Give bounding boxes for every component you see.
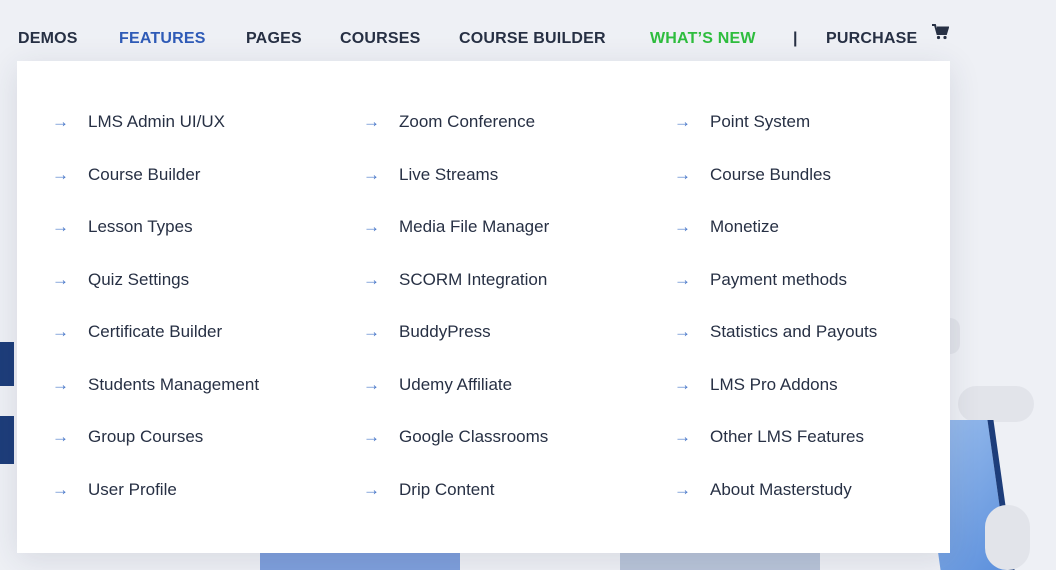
arrow-right-icon: →	[52, 322, 69, 341]
hexagon-decoration	[260, 553, 460, 570]
features-menu-item[interactable]: → SCORM Integration	[363, 270, 547, 290]
features-menu-item[interactable]: → Payment methods	[674, 270, 847, 290]
features-menu-item-label: SCORM Integration	[399, 269, 548, 289]
arrow-right-icon: →	[52, 269, 69, 289]
arrow-right-icon: →	[674, 374, 691, 394]
features-menu-item-label: LMS Pro Addons	[710, 374, 838, 394]
arrow-right-icon: →	[674, 112, 691, 131]
features-menu-item[interactable]: → Students Management	[52, 375, 259, 395]
features-menu-item[interactable]: → Point System	[674, 112, 810, 132]
features-menu-item[interactable]: → Live Streams	[363, 165, 498, 185]
features-menu-item-label: Group Courses	[88, 427, 204, 446]
features-menu-item[interactable]: → Other LMS Features	[674, 427, 864, 447]
features-menu-item[interactable]: → Lesson Types	[52, 217, 193, 237]
features-menu-item-label: Live Streams	[399, 164, 499, 184]
features-dropdown-menu: → LMS Admin UI/UX → Course Builder → Lesson T…	[17, 61, 950, 553]
features-menu-item-label: Monetize	[710, 217, 779, 236]
features-menu-item-label: Google Classrooms	[399, 427, 549, 446]
features-menu-item[interactable]: → Quiz Settings	[52, 270, 189, 290]
features-menu-item[interactable]: → Monetize	[674, 217, 779, 237]
features-menu-item-label: Payment methods	[710, 269, 848, 289]
features-menu-item[interactable]: → LMS Pro Addons	[674, 375, 838, 395]
features-menu-item[interactable]: → Google Classrooms	[363, 427, 548, 447]
features-menu-item[interactable]: → Drip Content	[363, 480, 494, 500]
features-menu-item-label: Drip Content	[399, 479, 495, 499]
arrow-right-icon: →	[52, 164, 69, 184]
features-menu-item-label: Zoom Conference	[399, 112, 536, 131]
keyboard-illustration	[620, 553, 820, 570]
features-menu-item[interactable]: → Zoom Conference	[363, 112, 535, 132]
arrow-right-icon: →	[363, 479, 380, 499]
features-menu-item-label: Course Bundles	[710, 164, 831, 184]
hero-heading-fragment	[0, 416, 14, 464]
hero-heading-fragment	[0, 342, 14, 386]
features-menu-item-label: Statistics and Payouts	[710, 322, 878, 341]
arrow-right-icon: →	[674, 164, 691, 184]
arrow-right-icon: →	[52, 112, 69, 131]
features-menu-item-label: BuddyPress	[399, 322, 491, 341]
arrow-right-icon: →	[363, 322, 380, 341]
nav-courses[interactable]: COURSES	[340, 30, 421, 48]
arrow-right-icon: →	[674, 479, 691, 499]
arrow-right-icon: →	[674, 217, 691, 236]
arrow-right-icon: →	[363, 112, 380, 131]
arrow-right-icon: →	[52, 374, 69, 394]
arrow-right-icon: →	[674, 427, 691, 446]
features-menu-item-label: Other LMS Features	[710, 427, 865, 446]
nav-demos[interactable]: DEMOS	[18, 30, 78, 48]
features-menu-item[interactable]: → Course Bundles	[674, 165, 831, 185]
features-menu-item[interactable]: → Media File Manager	[363, 217, 549, 237]
nav-course-builder[interactable]: COURSE BUILDER	[459, 30, 606, 48]
pill-decoration	[985, 505, 1030, 570]
features-menu-item-label: LMS Admin UI/UX	[88, 112, 225, 131]
features-menu-item-label: Udemy Affiliate	[399, 374, 513, 394]
arrow-right-icon: →	[363, 374, 380, 394]
pill-decoration	[958, 386, 1034, 422]
features-menu-item[interactable]: → BuddyPress	[363, 322, 491, 342]
features-menu-item-label: Lesson Types	[88, 217, 193, 236]
arrow-right-icon: →	[52, 427, 69, 446]
features-menu-item-label: Point System	[710, 112, 811, 131]
features-menu-item-label: Certificate Builder	[88, 322, 223, 341]
features-menu-item[interactable]: → Course Builder	[52, 165, 200, 185]
features-menu-item-label: User Profile	[88, 479, 177, 499]
features-menu-item[interactable]: → User Profile	[52, 480, 177, 500]
arrow-right-icon: →	[363, 217, 380, 236]
features-menu-item-label: Students Management	[88, 374, 260, 394]
features-menu-item[interactable]: → Udemy Affiliate	[363, 375, 512, 395]
features-menu-item-label: Quiz Settings	[88, 269, 190, 289]
nav-separator: |	[793, 30, 798, 47]
features-menu-item[interactable]: → Certificate Builder	[52, 322, 222, 342]
arrow-right-icon: →	[52, 217, 69, 236]
nav-features[interactable]: FEATURES	[119, 30, 206, 48]
arrow-right-icon: →	[674, 322, 691, 341]
nav-pages[interactable]: PAGES	[246, 30, 302, 48]
features-menu-item[interactable]: → LMS Admin UI/UX	[52, 112, 225, 132]
features-menu-item-label: Course Builder	[88, 164, 201, 184]
features-menu-item-label: About Masterstudy	[710, 479, 852, 499]
arrow-right-icon: →	[52, 479, 69, 499]
arrow-right-icon: →	[674, 269, 691, 289]
features-menu-item[interactable]: → About Masterstudy	[674, 480, 852, 500]
nav-whats-new[interactable]: WHAT’S NEW	[650, 30, 756, 48]
features-menu-item-label: Media File Manager	[399, 217, 550, 236]
features-menu-item[interactable]: → Group Courses	[52, 427, 203, 447]
cart-icon[interactable]	[932, 24, 950, 45]
features-menu-item[interactable]: → Statistics and Payouts	[674, 322, 877, 342]
nav-purchase[interactable]: PURCHASE	[826, 30, 917, 48]
arrow-right-icon: →	[363, 164, 380, 184]
arrow-right-icon: →	[363, 269, 380, 289]
arrow-right-icon: →	[363, 427, 380, 446]
